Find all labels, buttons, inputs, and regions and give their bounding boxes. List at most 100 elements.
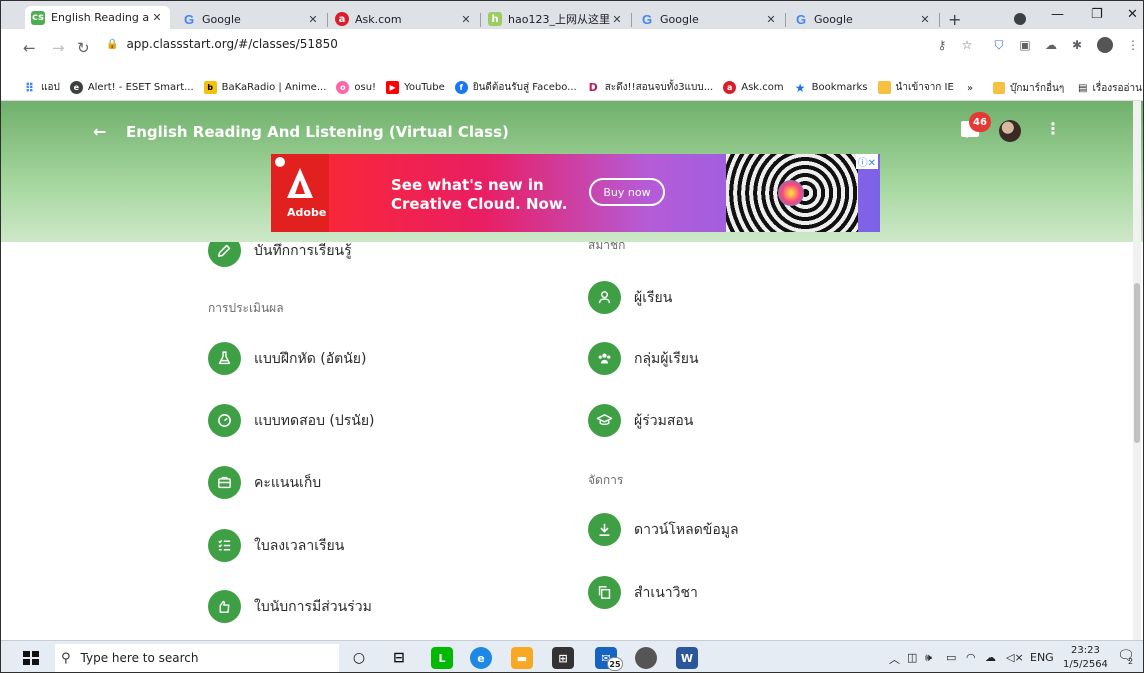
bakaradio-icon: b [203,81,217,94]
profile-circle-icon[interactable] [1014,13,1026,25]
user-avatar[interactable] [999,120,1021,142]
restore-button[interactable]: ❐ [1091,7,1103,22]
close-tab-icon[interactable]: ✕ [459,13,473,26]
notification-badge: 46 [969,112,991,132]
chrome-profile-icon[interactable] [635,647,657,669]
tab-google-1[interactable]: G Google ✕ [176,9,326,29]
page-scrollbar[interactable] [1133,101,1141,640]
cloud-extension-icon[interactable]: ☁ [1043,37,1059,53]
forward-button[interactable]: → [52,39,65,57]
menu-participation[interactable]: ใบนับการมีส่วนร่วม [208,590,372,623]
checklist-icon [208,529,241,562]
mail-badge: 25 [607,657,623,671]
address-bar[interactable]: 🔒 app.classstart.org/#/classes/51850 [106,33,951,55]
bookmark-sadueng[interactable]: D สะดึง!!สอนจบทั้ง3แบบ... [587,80,714,95]
close-tab-icon[interactable]: ✕ [150,11,164,24]
bookmark-facebook[interactable]: f ยินดีต้อนรับสู่ Facebo... [454,80,577,95]
key-icon[interactable]: ⚷ [934,37,950,53]
tab-classstart[interactable]: cs English Reading and L ✕ [25,6,170,29]
reload-button[interactable]: ↻ [77,39,90,57]
clock[interactable]: 23:23 1/5/2564 [1063,644,1108,672]
tab-ask[interactable]: a Ask.com ✕ [329,9,479,29]
windows-taskbar: ⚲ Type here to search ○ ⊟ L e ▬ ⊞ ✉ 25 W… [1,640,1143,672]
ask-icon: a [723,81,737,94]
facebook-icon: f [454,81,468,94]
tab-google-3[interactable]: G Google ✕ [788,9,938,29]
bookmark-bakaradio[interactable]: b BaKaRadio | Anime... [203,81,326,94]
puzzle-icon[interactable]: ✱ [1069,37,1085,53]
bookmark-ask[interactable]: a Ask.com [723,81,784,94]
adobe-logo: Adobe [271,154,329,232]
tab-hao123[interactable]: h hao123_上网从这里开 ✕ [482,9,630,29]
reading-list-button[interactable]: ▤ เรื่องรออ่าน [1078,75,1142,101]
bookmark-apps[interactable]: ⠿ แอป [23,80,60,95]
wifi-icon[interactable]: ◠ [966,651,976,664]
cortana-icon[interactable]: ○ [348,647,370,669]
menu-exercise[interactable]: แบบฝึกหัด (อัตนัย) [208,342,366,375]
minimize-button[interactable]: — [1051,7,1064,22]
tab-separator [785,13,786,27]
person-icon [588,281,621,314]
bookmark-bookmarks[interactable]: ★ Bookmarks [794,81,868,95]
menu-co-teachers[interactable]: ผู้ร่วมสอน [588,404,693,437]
mute-icon[interactable]: ◁× [1006,651,1024,664]
bookmark-youtube[interactable]: ▶ YouTube [386,81,445,94]
windows-start-icon[interactable] [23,651,39,665]
bookmark-osu[interactable]: o osu! [336,81,376,94]
menu-scores[interactable]: คะแนนเก็บ [208,466,321,499]
ad-close-icon[interactable]: ⓘ✕ [855,154,878,169]
hao123-icon: h [488,12,502,26]
bookmarks-bar: ⠿ แอป e Alert! - ESET Smart... b BaKaRad… [1,75,1143,101]
buy-now-button[interactable]: Buy now [589,178,665,206]
tab-google-2[interactable]: G Google ✕ [634,9,784,29]
profile-avatar-icon[interactable] [1097,37,1113,53]
youtube-icon: ▶ [386,81,400,94]
onedrive-icon[interactable]: ☁ [985,651,996,664]
bookmark-import-ie[interactable]: นำเข้าจาก IE [877,80,954,95]
tray-app-icon[interactable]: ◫ [907,651,917,664]
tray-chevron-icon[interactable]: ︿ [889,651,900,667]
menu-attendance[interactable]: ใบลงเวลาเรียน [208,529,344,562]
taskbar-search-box[interactable]: ⚲ Type here to search [55,644,339,672]
close-window-button[interactable]: ✕ [1127,7,1138,22]
menu-download-data[interactable]: ดาวน์โหลดข้อมูล [588,513,739,546]
browser-menu-icon[interactable]: ⋮ [1125,37,1141,53]
adobe-a-icon [287,168,313,198]
bookmark-other[interactable]: บุ๊กมาร์กอื่นๆ [993,75,1064,101]
search-icon: ⚲ [61,650,71,666]
back-arrow-icon[interactable]: ← [93,122,106,141]
group-icon [588,342,621,375]
volume-icon[interactable]: 🕪 [925,651,932,665]
more-options-icon[interactable]: ⋮ [1045,119,1061,138]
scrollbar-thumb[interactable] [1134,283,1140,443]
menu-copy-course[interactable]: สำเนาวิชา [588,576,698,609]
close-tab-icon[interactable]: ✕ [918,13,932,26]
close-tab-icon[interactable]: ✕ [764,13,778,26]
flask-icon [208,342,241,375]
close-tab-icon[interactable]: ✕ [610,13,624,26]
edge-icon[interactable]: e [470,647,492,669]
extension-icon[interactable]: ▣ [1017,37,1033,53]
close-tab-icon[interactable]: ✕ [306,13,320,26]
line-app-icon[interactable]: L [431,647,453,669]
bookmark-eset[interactable]: e Alert! - ESET Smart... [69,81,194,94]
word-icon[interactable]: W [676,647,698,669]
menu-student-groups[interactable]: กลุ่มผู้เรียน [588,342,699,375]
google-icon: G [795,11,807,27]
menu-learning-log[interactable]: บันทึกการเรียนรู้ [208,242,352,267]
menu-test[interactable]: แบบทดสอบ (ปรนัย) [208,404,375,437]
eset-icon: e [69,81,83,94]
tab-separator [327,13,328,27]
adobe-ad-banner[interactable]: Adobe See what's new in Creative Cloud. … [271,154,880,232]
bookmarks-overflow-button[interactable]: » [967,75,973,101]
battery-icon[interactable]: ▭ [946,651,956,664]
task-view-icon[interactable]: ⊟ [388,647,410,669]
language-indicator[interactable]: ENG [1030,651,1054,664]
menu-students[interactable]: ผู้เรียน [588,281,672,314]
shield-extension-icon[interactable]: ⛉ [991,37,1007,53]
back-button[interactable]: ← [23,39,36,57]
file-explorer-icon[interactable]: ▬ [511,647,533,669]
new-tab-button[interactable]: + [948,10,961,29]
star-bookmark-icon[interactable]: ☆ [959,37,975,53]
store-icon[interactable]: ⊞ [552,647,574,669]
